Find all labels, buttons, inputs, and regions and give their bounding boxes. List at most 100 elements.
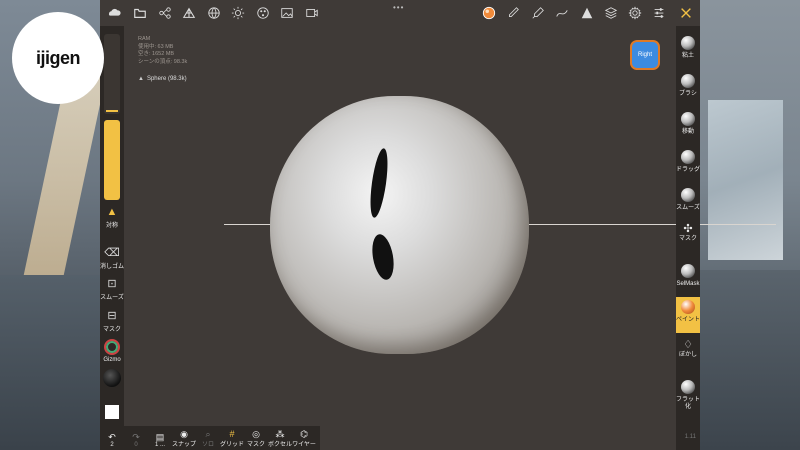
redo-button[interactable]: ↷ 0 (124, 432, 148, 448)
intensity-slider[interactable] (104, 120, 120, 200)
tool-mask[interactable]: ✣ マスク (676, 224, 700, 243)
smooth-label: スムーズ (100, 295, 124, 301)
background-right (700, 0, 800, 450)
tool-label: ドラッグ (676, 167, 701, 173)
wireframe-button[interactable]: ⌬ ワイヤー (292, 429, 316, 448)
history-button[interactable]: ▤ 1 ... (148, 432, 172, 448)
scene-graph-icon[interactable] (157, 5, 173, 21)
tool-label: スムーズ (676, 205, 700, 211)
material-swatch[interactable] (103, 369, 121, 387)
paint-ball-icon[interactable] (481, 5, 497, 21)
tool-smooth[interactable]: スムーズ (676, 188, 700, 212)
tool-label: 移動 (681, 129, 694, 135)
tool-clay[interactable]: 粘土 (676, 36, 700, 60)
tool-label: ぼかし (678, 352, 697, 358)
mask-view-label: マスク (246, 442, 265, 448)
tool-label: フラット化 (676, 397, 701, 410)
dropper-icon[interactable] (530, 5, 546, 21)
mesh-icon: ▲ (138, 76, 144, 82)
stats-free: 空き: 1652 MB (138, 51, 175, 57)
gizmo-label: Gizmo (103, 357, 121, 363)
gizmo-icon (104, 339, 120, 355)
history-label: 1 ... (154, 442, 165, 448)
folder-icon[interactable] (132, 5, 148, 21)
mask-label: マスク (102, 327, 121, 333)
move-icon (681, 112, 695, 126)
solo-label: ソロ (201, 442, 214, 448)
stats-vertices: シーンの頂点: 98.3k (138, 58, 188, 65)
settings-icon[interactable] (627, 5, 643, 21)
grid-button[interactable]: # グリッド (220, 429, 244, 448)
radius-slider-fill (106, 110, 118, 112)
mask-view-button[interactable]: ◎ マスク (244, 429, 268, 448)
globe-icon[interactable] (206, 5, 222, 21)
stroke-icon[interactable] (554, 5, 570, 21)
selmask-icon (681, 264, 695, 278)
undo-count: 2 (110, 442, 114, 448)
smooth-ball-icon (681, 188, 695, 202)
tool-selmask[interactable]: SelMask (676, 264, 700, 288)
triangle-icon[interactable] (579, 5, 595, 21)
object-name: Sphere (98.3k) (146, 76, 187, 82)
paint-icon (681, 300, 695, 314)
version-label: 1.11 (684, 434, 696, 440)
snap-button[interactable]: ◉ スナップ (172, 429, 196, 448)
material-icon[interactable] (255, 5, 271, 21)
drag-icon (681, 150, 695, 164)
topology-icon[interactable] (181, 5, 197, 21)
sun-icon[interactable] (230, 5, 246, 21)
tools-icon[interactable] (678, 5, 694, 21)
object-label[interactable]: ▲ Sphere (98.3k) (138, 76, 187, 82)
more-dots[interactable]: ••• (393, 3, 404, 12)
tool-drag[interactable]: ドラッグ (676, 150, 700, 174)
history-icon: ▤ (155, 432, 165, 442)
symmetry-button[interactable]: ▲ 対称 (100, 206, 124, 229)
sliders-icon[interactable] (651, 5, 667, 21)
voxel-button[interactable]: ⁂ ボクセル (268, 429, 292, 448)
eraser-icon: ⌫ (104, 247, 120, 259)
right-sidebar: 粘土 ブラシ 移動 ドラッグ スムーズ ✣ マスク SelMask ペイント ♢… (676, 26, 700, 450)
tool-move[interactable]: 移動 (676, 112, 700, 136)
tool-label: ペイント (676, 317, 701, 323)
tool-label: マスク (678, 236, 697, 242)
voxel-label: ボクセル (268, 442, 293, 448)
logo-text: ijigen (35, 47, 81, 68)
redo-count: 0 (134, 442, 138, 448)
brush-icon[interactable] (505, 5, 521, 21)
wireframe-label: ワイヤー (292, 442, 316, 448)
left-sidebar: ▲ 対称 ⌫ 消しゴム ⊡ スムーズ ⊟ マスク Gizmo (100, 26, 124, 450)
top-toolbar: ••• (100, 0, 700, 26)
solo-button[interactable]: ⌕ ソロ (196, 429, 220, 448)
clay-icon (681, 36, 695, 50)
smooth-button[interactable]: ⊡ スムーズ (100, 277, 124, 301)
flatten-icon (681, 380, 695, 394)
tool-blur[interactable]: ♢ ぼかし (676, 340, 700, 359)
view-cube[interactable]: Right (632, 42, 658, 68)
tool-label: 粘土 (681, 53, 694, 59)
redo-icon: ↷ (132, 432, 140, 442)
radius-slider[interactable] (104, 34, 120, 114)
color-swatch[interactable] (105, 405, 119, 419)
mask-icon: ⊟ (107, 310, 117, 322)
video-icon[interactable] (304, 5, 320, 21)
undo-button[interactable]: ↶ 2 (100, 432, 124, 448)
eraser-button[interactable]: ⌫ 消しゴム (100, 246, 124, 270)
grid-label: グリッド (220, 442, 245, 448)
stats-ram: RAM (138, 36, 151, 42)
view-cube-label: Right (637, 52, 652, 58)
gizmo-button[interactable]: Gizmo (100, 339, 124, 363)
sphere-mesh[interactable] (270, 96, 529, 354)
window-right (708, 100, 783, 260)
bottom-toolbar: ↶ 2 ↷ 0 ▤ 1 ... ◉ スナップ ⌕ ソロ # グリッド ◎ マスク… (100, 426, 320, 450)
image-icon[interactable] (279, 5, 295, 21)
cloud-icon[interactable] (106, 5, 122, 21)
layers-icon[interactable] (603, 5, 619, 21)
floor-right (700, 270, 800, 450)
tool-brush[interactable]: ブラシ (676, 74, 700, 98)
eye-icon: ◎ (252, 429, 260, 439)
tool-paint[interactable]: ペイント (676, 297, 700, 333)
tool-flatten[interactable]: フラット化 (676, 380, 700, 411)
memory-stats: RAM 使用中: 63 MB 空き: 1652 MB シーンの頂点: 98.3k (138, 36, 187, 66)
camera-icon: ◉ (180, 429, 188, 439)
mask-button[interactable]: ⊟ マスク (100, 309, 124, 333)
